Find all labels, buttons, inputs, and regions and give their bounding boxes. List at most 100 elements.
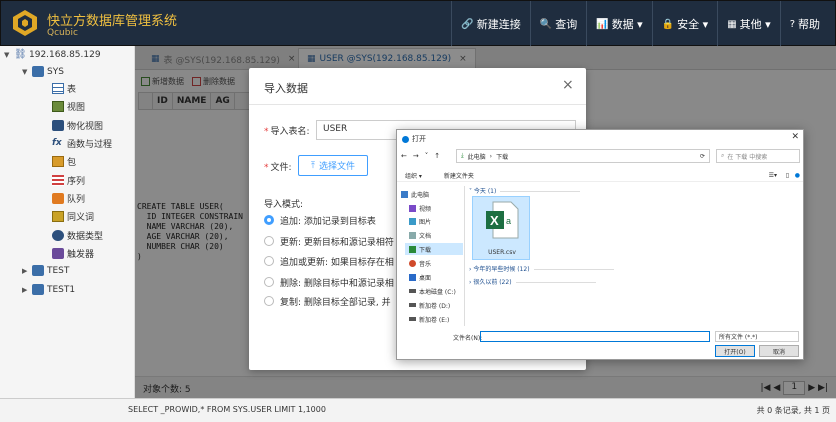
help-icon[interactable]: ● bbox=[795, 172, 800, 179]
mode-append-or-update[interactable]: 追加或更新: 如果目标存在相 bbox=[264, 254, 394, 268]
mode-update[interactable]: 更新: 更新目标和源记录相符 bbox=[264, 234, 394, 248]
tree-schema-sys[interactable]: ▼ SYS bbox=[22, 63, 64, 80]
group-earlier-this-year[interactable]: › 今年的早些时候 (12) bbox=[469, 264, 614, 273]
group-today[interactable]: ˅ 今天 (1) bbox=[469, 186, 581, 195]
nav-new-connection[interactable]: 🔗 新建连接 bbox=[451, 1, 529, 47]
tree-schema-test1[interactable]: ▶ TEST1 bbox=[22, 281, 75, 298]
nav-drive-e[interactable]: 新加卷 (E:) bbox=[409, 313, 449, 325]
download-icon bbox=[409, 245, 416, 253]
mode-append[interactable]: 追加: 添加记录到目标表 bbox=[264, 213, 376, 227]
nav-drive-d[interactable]: 新加卷 (D:) bbox=[409, 299, 450, 311]
tree-item-materialized-views[interactable]: 物化视图 bbox=[52, 117, 103, 134]
nav-pictures[interactable]: 图片 bbox=[409, 215, 431, 227]
drive-icon bbox=[409, 289, 416, 293]
mode-copy[interactable]: 复制: 删除目标全部记录, 并 bbox=[264, 294, 391, 308]
filetype-select[interactable]: 所有文件 (*.*) bbox=[715, 331, 799, 342]
tree-item-data-types[interactable]: 数据类型 bbox=[52, 227, 103, 244]
svg-text:X: X bbox=[490, 213, 499, 228]
app-subtitle: Qcubic bbox=[47, 28, 78, 38]
navigation-pane: 此电脑 视频 图片 文档 下载 音乐 桌面 本地磁盘 (C:) 新加卷 (D:)… bbox=[397, 186, 465, 326]
nav-desktop[interactable]: 桌面 bbox=[409, 271, 431, 283]
open-button[interactable]: 打开(O) bbox=[715, 345, 755, 357]
tree-schema-test[interactable]: ▶ TEST bbox=[22, 262, 69, 279]
file-item-user-csv[interactable]: X a USER.csv bbox=[472, 196, 530, 260]
download-icon: ⤓ bbox=[461, 152, 464, 159]
up-icon[interactable]: ↑ bbox=[434, 152, 440, 160]
choose-file-button[interactable]: ⤒ 选择文件 bbox=[298, 155, 368, 176]
tree-item-packages[interactable]: 包 bbox=[52, 153, 76, 170]
breadcrumb-downloads[interactable]: 下载 bbox=[496, 152, 508, 161]
bottom-status-bar: SELECT _PROWID,* FROM SYS.USER LIMIT 1,1… bbox=[0, 398, 836, 422]
record-info: 共 0 条记录, 共 1 页 bbox=[756, 406, 830, 415]
tree-item-tables[interactable]: 表 bbox=[52, 80, 76, 97]
nav-downloads[interactable]: 下载 bbox=[405, 243, 463, 255]
nav-security[interactable]: 🔒 安全 ▾ bbox=[651, 1, 717, 47]
link-icon: 🔗 bbox=[461, 18, 474, 30]
back-icon[interactable]: ← bbox=[401, 152, 407, 160]
nav-help[interactable]: ? 帮助 bbox=[779, 1, 829, 47]
nav-documents[interactable]: 文档 bbox=[409, 229, 431, 241]
datatype-icon bbox=[52, 230, 64, 241]
tree-item-queues[interactable]: 队列 bbox=[52, 190, 85, 207]
refresh-icon[interactable]: ⟳ bbox=[700, 153, 705, 160]
forward-icon[interactable]: → bbox=[413, 152, 419, 160]
filename-input[interactable] bbox=[480, 331, 710, 342]
qcubic-logo bbox=[13, 10, 37, 36]
tree-item-sequences[interactable]: 序列 bbox=[52, 172, 85, 189]
nav-drive-c[interactable]: 本地磁盘 (C:) bbox=[409, 285, 456, 297]
cancel-button[interactable]: 取消 bbox=[759, 345, 799, 357]
svg-text:a: a bbox=[506, 216, 511, 226]
drive-icon bbox=[409, 317, 416, 321]
materialized-view-icon bbox=[52, 120, 64, 131]
sidebar-tree: ▼ ⛓ 192.168.85.129 ▼ SYS 表 视图 物化视图 fx 函数与过程 … bbox=[0, 46, 135, 422]
edge-icon bbox=[402, 135, 409, 143]
document-icon bbox=[409, 231, 416, 239]
nav-data[interactable]: 📊 数据 ▾ bbox=[586, 1, 651, 47]
music-icon bbox=[409, 259, 416, 267]
address-bar[interactable]: ⤓ 此电脑 › 下载 ⟳ bbox=[456, 149, 710, 163]
organize-button[interactable]: 组织 ▾ bbox=[405, 171, 422, 180]
close-icon[interactable]: ✕ bbox=[791, 132, 799, 142]
tree-item-triggers[interactable]: 触发器 bbox=[52, 245, 94, 262]
database-icon bbox=[32, 66, 44, 77]
mode-delete[interactable]: 删除: 删除目标中和源记录相 bbox=[264, 275, 394, 289]
tree-connection[interactable]: ▼ ⛓ 192.168.85.129 bbox=[4, 46, 101, 63]
nav-other[interactable]: ▦ 其他 ▾ bbox=[717, 1, 779, 47]
video-icon bbox=[409, 204, 416, 212]
queue-icon bbox=[52, 193, 64, 204]
table-icon bbox=[52, 83, 64, 94]
upload-icon: ⤒ bbox=[311, 160, 315, 171]
chart-icon: 📊 bbox=[596, 18, 609, 30]
sequence-icon bbox=[52, 175, 64, 186]
dialog-title: 导入数据 bbox=[264, 82, 308, 95]
grid-icon: ▦ bbox=[727, 18, 737, 30]
close-icon[interactable]: × bbox=[562, 77, 574, 93]
import-mode-label: 导入模式: bbox=[264, 200, 304, 210]
view-icon[interactable]: ☰▾ bbox=[769, 172, 777, 179]
tree-item-synonyms[interactable]: 同义词 bbox=[52, 208, 94, 225]
chevron-down-icon[interactable]: ▼ bbox=[22, 68, 32, 76]
tree-item-views[interactable]: 视图 bbox=[52, 98, 85, 115]
current-sql: SELECT _PROWID,* FROM SYS.USER LIMIT 1,1… bbox=[128, 405, 326, 414]
search-input[interactable]: ⌕ 在 下载 中搜索 bbox=[716, 149, 800, 163]
nav-videos[interactable]: 视频 bbox=[409, 202, 431, 214]
nav-music[interactable]: 音乐 bbox=[409, 257, 431, 269]
nav-this-pc[interactable]: 此电脑 bbox=[401, 188, 429, 200]
trigger-icon bbox=[52, 248, 64, 259]
chevron-down-icon[interactable]: ˅ bbox=[425, 152, 429, 160]
tree-item-functions[interactable]: fx 函数与过程 bbox=[52, 135, 112, 152]
chevron-right-icon[interactable]: ▶ bbox=[22, 286, 32, 294]
radio-icon bbox=[264, 277, 274, 287]
excel-icon: X a bbox=[486, 201, 519, 239]
new-folder-button[interactable]: 新建文件夹 bbox=[444, 171, 474, 180]
search-icon: 🔍 bbox=[539, 18, 553, 30]
package-icon bbox=[52, 156, 64, 167]
nav-query[interactable]: 🔍 查询 bbox=[529, 1, 586, 47]
preview-pane-icon[interactable]: ▯ bbox=[786, 172, 789, 179]
search-icon: ⌕ bbox=[721, 152, 725, 159]
breadcrumb-this-pc[interactable]: 此电脑 bbox=[468, 152, 486, 161]
chevron-right-icon[interactable]: ▶ bbox=[22, 267, 32, 275]
radio-icon bbox=[264, 236, 274, 246]
group-long-ago[interactable]: › 很久以前 (22) bbox=[469, 277, 596, 286]
chevron-down-icon[interactable]: ▼ bbox=[4, 51, 14, 59]
